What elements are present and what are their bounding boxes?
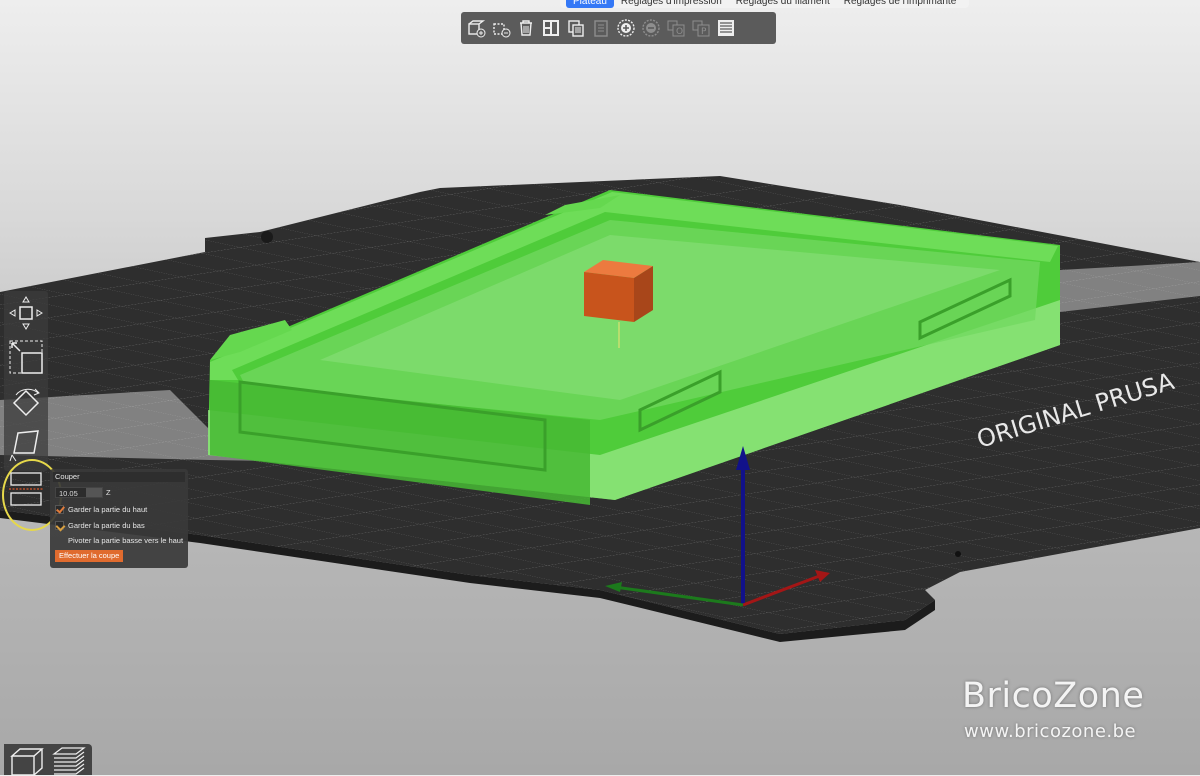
view-toggle-bar	[4, 744, 92, 776]
flip-bottom-label: Pivoter la partie basse vers le haut	[68, 536, 184, 545]
keep-top-row[interactable]: Garder la partie du haut	[55, 504, 147, 515]
perform-cut-button[interactable]: Effectuer la coupe	[55, 550, 124, 562]
3d-viewport[interactable]: ORIGINAL PRUSA	[0, 0, 1200, 775]
keep-bottom-row[interactable]: Garder la partie du bas	[55, 520, 145, 531]
keep-bottom-label: Garder la partie du bas	[68, 521, 145, 530]
move-icon[interactable]	[8, 295, 44, 331]
keep-top-label: Garder la partie du haut	[68, 505, 148, 514]
keep-bottom-checkbox[interactable]	[55, 521, 64, 530]
cut-panel: Couper 10.05 Z Garder la partie du haut …	[50, 469, 188, 568]
place-on-face-icon[interactable]	[8, 427, 44, 463]
preview-view-icon[interactable]	[50, 746, 88, 776]
watermark-url: www.bricozone.be	[964, 721, 1137, 742]
watermark-title: BricoZone	[962, 676, 1145, 716]
keep-top-checkbox[interactable]	[55, 505, 64, 514]
scale-icon[interactable]	[8, 339, 44, 375]
3d-view-icon[interactable]	[8, 746, 46, 776]
gizmo-toolbar	[4, 291, 48, 471]
rotate-icon[interactable]	[8, 383, 44, 419]
flip-bottom-row[interactable]: Pivoter la partie basse vers le haut	[55, 535, 183, 546]
cut-icon[interactable]	[8, 470, 44, 510]
cut-height-spinner[interactable]	[86, 488, 102, 497]
panel-title: Couper	[53, 472, 185, 482]
cut-axis-label: Z	[106, 488, 111, 497]
